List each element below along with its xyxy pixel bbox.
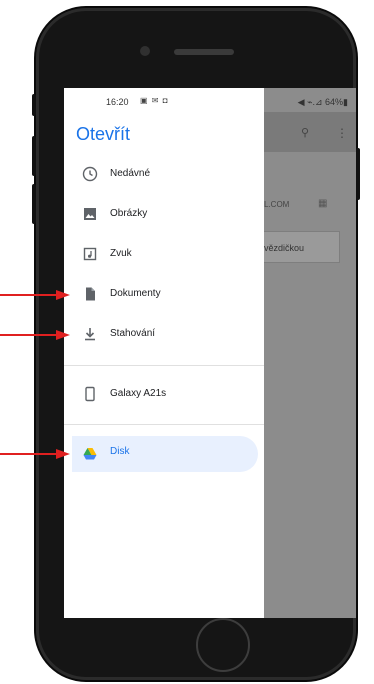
account-email-fragment: L.COM [264,200,290,209]
phone-icon [85,386,95,402]
mute-switch [32,94,36,116]
document-icon [86,287,95,301]
volume-up-button [32,136,36,176]
nav-item-audio[interactable]: Zvuk [72,236,258,272]
nav-item-downloads[interactable]: Stahování [72,316,258,352]
divider [64,424,264,425]
nav-item-label: Nedávné [110,168,151,179]
nav-item-device-galaxy[interactable]: Galaxy A21s [72,376,258,412]
grid-view-icon[interactable]: ▦ [318,198,327,209]
screen: ⚲ ⋮ L.COM ▦ vězdičkou 16:20 ▣ ✉ ◘ Otevří… [64,88,356,618]
nav-item-documents[interactable]: Dokumenty [72,276,258,312]
drawer-title: Otevřít [76,124,131,144]
annotation-arrow-drive [0,449,70,459]
nav-item-label: Dokumenty [110,288,161,299]
front-camera [140,46,150,56]
divider [64,365,264,366]
nav-item-images[interactable]: Obrázky [72,196,258,232]
annotation-arrow-downloads [0,330,70,340]
volume-down-button [32,184,36,224]
search-icon[interactable]: ⚲ [301,126,309,139]
status-time: 16:20 [106,97,129,107]
power-button [356,148,360,200]
nav-item-recent[interactable]: Nedávné [72,156,258,192]
starred-card-label: vězdičkou [264,243,305,253]
more-vert-icon[interactable]: ⋮ [336,126,348,140]
status-right: ◀ ⌁.⊿ 64%▮ [297,97,348,107]
navigation-drawer: 16:20 ▣ ✉ ◘ Otevřít Nedávné Obrázky Zvuk… [64,88,264,618]
clock-icon [82,166,98,182]
audio-icon [83,247,97,261]
annotation-arrow-documents [0,290,70,300]
earpiece-speaker [174,49,234,55]
nav-item-label: Zvuk [110,248,132,259]
nav-item-label: Disk [110,446,130,457]
nav-item-label: Obrázky [110,208,148,219]
download-icon [85,328,95,341]
google-drive-icon [83,448,97,460]
home-button[interactable] [196,618,250,672]
notification-icons: ▣ ✉ ◘ [140,96,169,105]
image-icon [84,208,96,220]
nav-item-drive[interactable]: Disk [72,436,258,472]
nav-item-label: Stahování [110,328,156,339]
nav-item-label: Galaxy A21s [110,388,167,399]
